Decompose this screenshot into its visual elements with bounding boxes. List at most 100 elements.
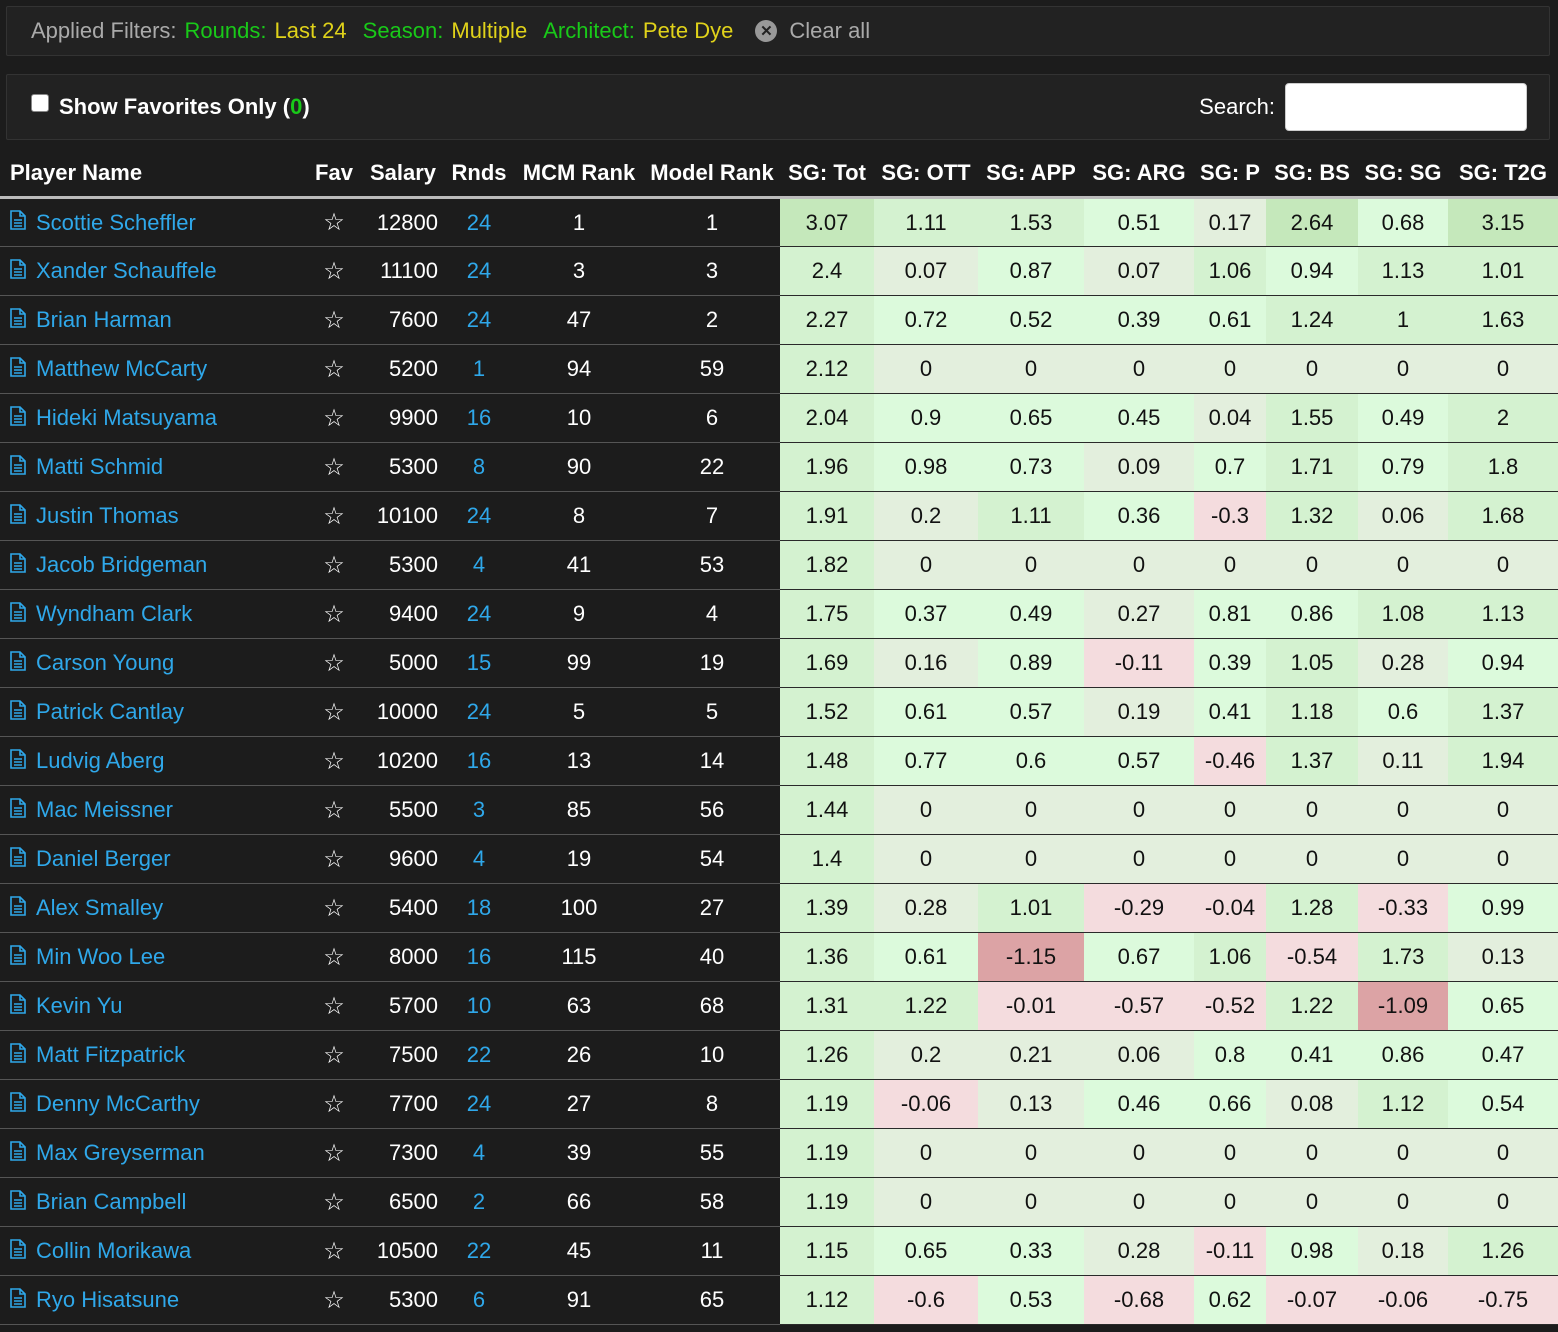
star-outline-icon[interactable]: ☆: [306, 981, 362, 1031]
document-icon[interactable]: [10, 944, 26, 971]
close-circle-icon[interactable]: ✕: [755, 20, 778, 42]
document-icon[interactable]: [10, 552, 26, 579]
player-name-link[interactable]: Alex Smalley: [36, 896, 163, 921]
rounds-cell[interactable]: 4: [444, 1128, 514, 1178]
show-favorites-toggle[interactable]: Show Favorites Only (0): [31, 94, 310, 120]
document-icon[interactable]: [10, 210, 26, 236]
rounds-cell[interactable]: 24: [444, 491, 514, 541]
rounds-cell[interactable]: 24: [444, 589, 514, 639]
player-name-cell[interactable]: Justin Thomas: [0, 491, 306, 541]
rounds-cell[interactable]: 4: [444, 540, 514, 590]
star-outline-icon[interactable]: ☆: [306, 1226, 362, 1276]
document-icon[interactable]: [10, 1140, 26, 1167]
player-name-link[interactable]: Max Greyserman: [36, 1141, 205, 1166]
star-outline-icon[interactable]: ☆: [306, 1128, 362, 1178]
filter-rounds-value[interactable]: Last 24: [274, 18, 346, 44]
star-outline-icon[interactable]: ☆: [306, 1079, 362, 1129]
star-outline-icon[interactable]: ☆: [306, 197, 362, 247]
player-name-link[interactable]: Matthew McCarty: [36, 357, 207, 382]
player-name-link[interactable]: Patrick Cantlay: [36, 700, 184, 725]
player-name-cell[interactable]: Brian Campbell: [0, 1177, 306, 1227]
rounds-cell[interactable]: 4: [444, 834, 514, 884]
document-icon[interactable]: [10, 748, 26, 775]
rounds-cell[interactable]: 22: [444, 1226, 514, 1276]
rounds-cell[interactable]: 16: [444, 736, 514, 786]
player-name-cell[interactable]: Patrick Cantlay: [0, 687, 306, 737]
player-name-link[interactable]: Brian Campbell: [36, 1190, 186, 1215]
document-icon[interactable]: [10, 650, 26, 677]
star-outline-icon[interactable]: ☆: [306, 834, 362, 884]
player-name-link[interactable]: Brian Harman: [36, 308, 172, 333]
rounds-cell[interactable]: 18: [444, 883, 514, 933]
player-name-cell[interactable]: Max Greyserman: [0, 1128, 306, 1178]
column-header-fav[interactable]: Fav: [306, 150, 362, 199]
document-icon[interactable]: [10, 895, 26, 922]
column-header-player-name[interactable]: Player Name: [0, 150, 306, 199]
document-icon[interactable]: [10, 993, 26, 1020]
star-outline-icon[interactable]: ☆: [306, 540, 362, 590]
filter-architect-key[interactable]: Architect:: [543, 18, 635, 44]
star-outline-icon[interactable]: ☆: [306, 393, 362, 443]
star-outline-icon[interactable]: ☆: [306, 785, 362, 835]
star-outline-icon[interactable]: ☆: [306, 589, 362, 639]
player-name-cell[interactable]: Ryo Hisatsune: [0, 1275, 306, 1325]
player-name-cell[interactable]: Matti Schmid: [0, 442, 306, 492]
player-name-link[interactable]: Mac Meissner: [36, 798, 173, 823]
show-favorites-label[interactable]: Show Favorites Only: [59, 94, 277, 120]
column-header-salary[interactable]: Salary: [362, 150, 444, 199]
player-name-cell[interactable]: Mac Meissner: [0, 785, 306, 835]
star-outline-icon[interactable]: ☆: [306, 442, 362, 492]
star-outline-icon[interactable]: ☆: [306, 1030, 362, 1080]
rounds-cell[interactable]: 24: [444, 246, 514, 296]
document-icon[interactable]: [10, 503, 26, 530]
search-input[interactable]: [1285, 83, 1527, 131]
star-outline-icon[interactable]: ☆: [306, 736, 362, 786]
clear-all-label[interactable]: Clear all: [789, 18, 870, 44]
player-name-link[interactable]: Wyndham Clark: [36, 602, 192, 627]
star-outline-icon[interactable]: ☆: [306, 932, 362, 982]
document-icon[interactable]: [10, 454, 26, 481]
star-outline-icon[interactable]: ☆: [306, 491, 362, 541]
document-icon[interactable]: [10, 356, 26, 383]
column-header-mcm-rank[interactable]: MCM Rank: [514, 150, 644, 199]
player-name-link[interactable]: Denny McCarthy: [36, 1092, 200, 1117]
column-header-sg-p[interactable]: SG: P: [1194, 150, 1266, 199]
player-name-cell[interactable]: Denny McCarthy: [0, 1079, 306, 1129]
player-name-link[interactable]: Ludvig Aberg: [36, 749, 164, 774]
star-outline-icon[interactable]: ☆: [306, 1275, 362, 1325]
player-name-cell[interactable]: Xander Schauffele: [0, 246, 306, 296]
rounds-cell[interactable]: 2: [444, 1177, 514, 1227]
rounds-cell[interactable]: 6: [444, 1275, 514, 1325]
player-name-cell[interactable]: Matthew McCarty: [0, 344, 306, 394]
player-name-cell[interactable]: Carson Young: [0, 638, 306, 688]
player-name-link[interactable]: Justin Thomas: [36, 504, 179, 529]
star-outline-icon[interactable]: ☆: [306, 883, 362, 933]
document-icon[interactable]: [10, 1287, 26, 1314]
column-header-sg-t2g[interactable]: SG: T2G: [1448, 150, 1558, 199]
column-header-sg-ott[interactable]: SG: OTT: [874, 150, 978, 199]
rounds-cell[interactable]: 22: [444, 1030, 514, 1080]
player-name-cell[interactable]: Alex Smalley: [0, 883, 306, 933]
document-icon[interactable]: [10, 797, 26, 824]
column-header-rnds[interactable]: Rnds: [444, 150, 514, 199]
column-header-model-rank[interactable]: Model Rank: [644, 150, 780, 199]
star-outline-icon[interactable]: ☆: [306, 295, 362, 345]
document-icon[interactable]: [10, 1091, 26, 1118]
column-header-sg-tot[interactable]: SG: Tot: [780, 150, 874, 199]
player-name-cell[interactable]: Wyndham Clark: [0, 589, 306, 639]
rounds-cell[interactable]: 24: [444, 1079, 514, 1129]
player-name-link[interactable]: Carson Young: [36, 651, 174, 676]
player-name-link[interactable]: Ryo Hisatsune: [36, 1288, 179, 1313]
player-name-link[interactable]: Jacob Bridgeman: [36, 553, 207, 578]
star-outline-icon[interactable]: ☆: [306, 246, 362, 296]
player-name-link[interactable]: Matt Fitzpatrick: [36, 1043, 185, 1068]
document-icon[interactable]: [10, 307, 26, 334]
player-name-link[interactable]: Matti Schmid: [36, 455, 163, 480]
filter-season-value[interactable]: Multiple: [451, 18, 527, 44]
column-header-sg-arg[interactable]: SG: ARG: [1084, 150, 1194, 199]
player-name-cell[interactable]: Brian Harman: [0, 295, 306, 345]
rounds-cell[interactable]: 15: [444, 638, 514, 688]
document-icon[interactable]: [10, 846, 26, 873]
document-icon[interactable]: [10, 258, 26, 285]
rounds-cell[interactable]: 16: [444, 393, 514, 443]
